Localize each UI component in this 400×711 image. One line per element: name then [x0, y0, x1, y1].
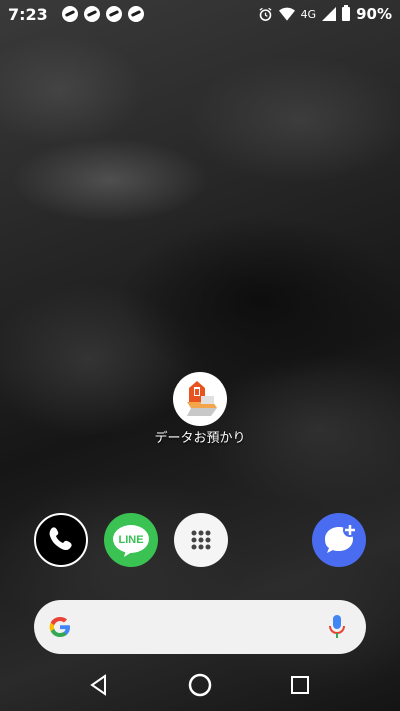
phone-icon: [49, 527, 72, 551]
app-label: データお預かり: [154, 431, 246, 446]
message-plus-icon: [325, 523, 357, 553]
messages-app-button[interactable]: [312, 513, 366, 567]
line-app-button[interactable]: LINE: [104, 513, 158, 567]
back-icon[interactable]: [86, 672, 112, 698]
status-time: 7:23: [8, 4, 48, 24]
mic-icon[interactable]: [328, 614, 346, 640]
apps-grid-icon: [191, 530, 211, 550]
svg-text:LINE: LINE: [118, 534, 143, 546]
data-backup-icon: [173, 372, 227, 426]
app-drawer-button[interactable]: [174, 513, 228, 567]
app-notification-icon: [127, 6, 144, 22]
google-search-bar[interactable]: [34, 600, 366, 654]
network-type: 4G: [300, 7, 317, 21]
phone-app-button[interactable]: [34, 513, 88, 567]
line-icon: LINE: [113, 525, 149, 557]
app-notification-icon: [61, 6, 78, 22]
alarm-icon: [259, 7, 272, 21]
signal-icon: [322, 7, 337, 21]
app-notification-icon: [105, 6, 122, 22]
battery-icon: [342, 5, 351, 21]
battery-percent: 90%: [356, 5, 392, 23]
google-logo: [49, 617, 70, 637]
home-icon[interactable]: [187, 672, 213, 698]
status-bar: 7:23 4G 90%: [0, 0, 400, 28]
recents-icon[interactable]: [287, 672, 313, 698]
app-notification-icon: [83, 6, 100, 22]
navigation-bar: [0, 660, 400, 711]
wifi-icon: [278, 7, 295, 21]
home-app-data-backup[interactable]: データお預かり: [150, 372, 250, 447]
